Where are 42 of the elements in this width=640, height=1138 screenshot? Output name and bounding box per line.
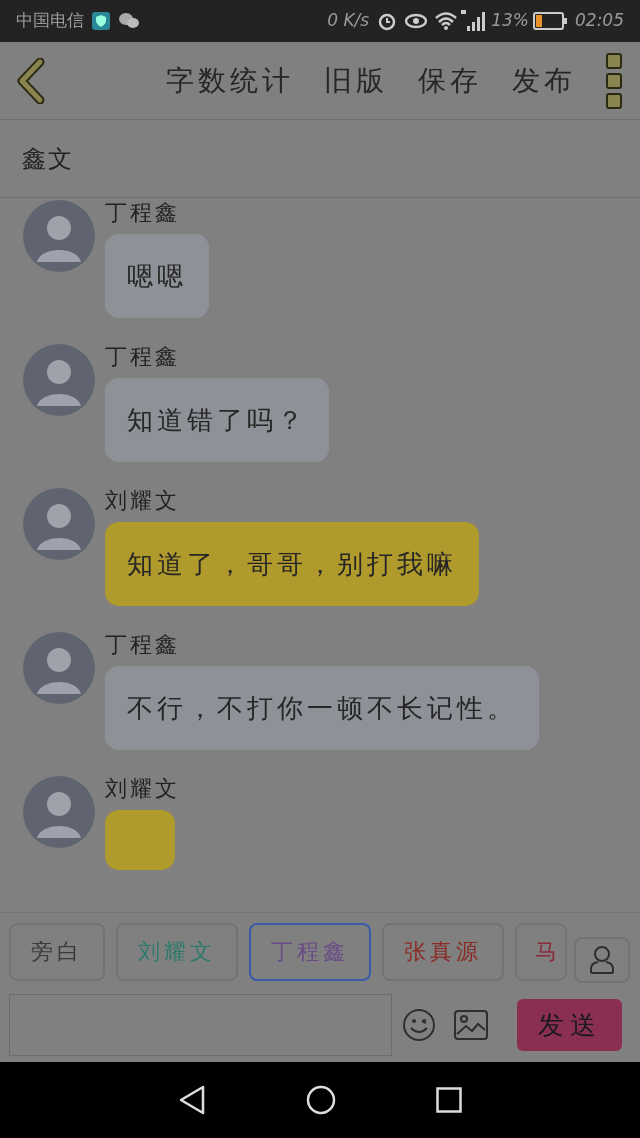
- wifi-icon: [435, 12, 458, 30]
- speaker-name: 刘耀文: [105, 488, 180, 514]
- message-bubble: 嗯嗯: [105, 234, 209, 318]
- character-chip[interactable]: 马: [515, 922, 567, 981]
- toolbar-action[interactable]: 字数统计: [166, 59, 294, 102]
- person-button[interactable]: [574, 937, 630, 983]
- character-chip[interactable]: 旁白: [9, 922, 105, 981]
- recents-nav-icon[interactable]: [436, 1087, 462, 1113]
- speaker-name: 丁程鑫: [105, 200, 180, 226]
- speaker-name: 丁程鑫: [105, 344, 180, 370]
- chat-bubbles-icon: [118, 12, 140, 30]
- avatar-icon: [23, 344, 95, 416]
- alarm-icon: [377, 11, 398, 31]
- toolbar-action[interactable]: 旧版: [324, 59, 388, 102]
- document-title: 鑫文: [22, 143, 74, 175]
- person-icon: [589, 945, 615, 975]
- clock: 02:05: [575, 9, 624, 33]
- speaker-name: 刘耀文: [105, 776, 180, 802]
- toolbar-action[interactable]: 保存: [418, 59, 482, 102]
- avatar-icon: [23, 632, 95, 704]
- home-nav-icon[interactable]: [306, 1085, 336, 1115]
- avatar-icon: [23, 776, 95, 848]
- back-nav-icon[interactable]: [178, 1085, 206, 1115]
- send-button[interactable]: 发送: [517, 999, 622, 1051]
- more-button[interactable]: [606, 52, 624, 109]
- shield-icon: [92, 12, 110, 30]
- message-bubble: 知道错了吗？: [105, 378, 329, 462]
- eye-icon: [405, 13, 428, 29]
- image-icon[interactable]: [454, 1010, 488, 1040]
- network-speed: 0 K/s: [327, 9, 370, 33]
- battery-icon: [533, 12, 567, 30]
- signal-icon: [461, 10, 488, 32]
- avatar-icon: [23, 488, 95, 560]
- toolbar-action[interactable]: 发布: [512, 59, 576, 102]
- character-chip[interactable]: 张真源: [382, 922, 504, 981]
- battery-percent: 13%: [491, 9, 529, 33]
- message-bubble: 知道了，哥哥，别打我嘛: [105, 522, 479, 606]
- avatar-icon: [23, 200, 95, 272]
- message-bubble: 不行，不打你一顿不长记性。: [105, 666, 539, 750]
- smiley-icon[interactable]: [402, 1008, 436, 1042]
- carrier-name: 中国电信: [16, 9, 84, 33]
- speaker-name: 丁程鑫: [105, 632, 180, 658]
